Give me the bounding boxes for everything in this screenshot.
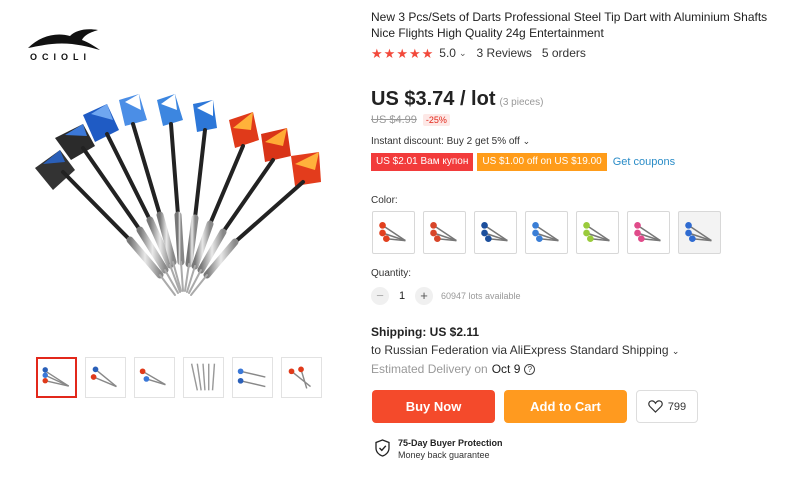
- chevron-down-icon: ⌄: [671, 346, 680, 356]
- ship-to-text: to Russian Federation via AliExpress Sta…: [371, 343, 669, 357]
- product-title: New 3 Pcs/Sets of Darts Professional Ste…: [371, 10, 768, 40]
- shipping-cost: Shipping: US $2.11: [371, 325, 480, 339]
- thumbnail-4[interactable]: [183, 357, 224, 398]
- color-option-pink[interactable]: [627, 211, 670, 254]
- star-icon: ★: [383, 45, 396, 61]
- quantity-label: Quantity:: [371, 268, 412, 279]
- star-icon: ★: [371, 45, 383, 61]
- color-option-image: [430, 222, 457, 243]
- instant-discount-text: Instant discount: Buy 2 get 5% off: [371, 136, 520, 147]
- add-to-cart-button[interactable]: Add to Cart: [504, 390, 627, 423]
- old-price-row: US $4.99 -25%: [371, 114, 450, 126]
- coupon-orange[interactable]: US $1.00 off on US $19.00: [477, 153, 607, 171]
- instant-discount[interactable]: Instant discount: Buy 2 get 5% off ⌄: [371, 136, 530, 147]
- buy-now-button[interactable]: Buy Now: [372, 390, 495, 423]
- old-price: US $4.99: [371, 114, 417, 126]
- brand-logo-mark: [28, 29, 100, 50]
- quantity-decrease-button[interactable]: −: [371, 287, 389, 305]
- wishlist-button[interactable]: 799: [636, 390, 698, 423]
- brand-logo-text: OCIOLI: [30, 52, 91, 62]
- ship-to-method[interactable]: to Russian Federation via AliExpress Sta…: [371, 343, 679, 357]
- chevron-down-icon[interactable]: ⌄: [459, 48, 467, 59]
- star-icon: ★: [408, 45, 421, 61]
- star-icon: ★: [396, 45, 408, 61]
- color-option-image: [379, 222, 406, 243]
- thumbnail-darts-image: [237, 368, 266, 388]
- color-option-blue-2[interactable]: [525, 211, 568, 254]
- color-option-green[interactable]: [576, 211, 619, 254]
- color-option-red-flame-2[interactable]: [423, 211, 466, 254]
- quantity-input[interactable]: 1: [389, 290, 415, 302]
- thumbnail-1[interactable]: [36, 357, 77, 398]
- thumbnail-5[interactable]: [232, 357, 273, 398]
- quantity-stepper: − 1 + 60947 lots available: [371, 287, 521, 305]
- color-option-image: [481, 222, 508, 243]
- color-option-image: [685, 222, 712, 243]
- star-icon: ★: [421, 45, 434, 61]
- thumbnail-darts-image: [139, 368, 166, 386]
- rating-stars: ★ ★ ★ ★ ★: [371, 47, 433, 60]
- coupon-row: US $2.01 Вам купон US $1.00 off on US $1…: [371, 153, 675, 171]
- protection-subtitle: Money back guarantee: [398, 450, 490, 460]
- thumbnail-darts-image: [288, 366, 311, 389]
- wishlist-count: 799: [667, 400, 687, 413]
- rating-row: ★ ★ ★ ★ ★ 5.0 ⌄ 3 Reviews 5 orders: [371, 46, 586, 60]
- shield-check-icon: [375, 439, 390, 457]
- thumbnail-darts-image: [90, 366, 117, 388]
- buyer-protection: 75-Day Buyer Protection Money back guara…: [375, 437, 503, 461]
- coupon-red[interactable]: US $2.01 Вам купон: [371, 153, 474, 171]
- delivery-prefix: Estimated Delivery on: [371, 362, 488, 376]
- color-option-blue-1[interactable]: [474, 211, 517, 254]
- color-option-image: [583, 222, 610, 243]
- color-options: [372, 211, 721, 254]
- color-option-red-flame-1[interactable]: [372, 211, 415, 254]
- get-coupons-link[interactable]: Get coupons: [613, 156, 675, 168]
- price-value: US $3.74 / lot: [371, 88, 496, 110]
- discount-badge: -25%: [422, 114, 450, 126]
- thumbnail-6[interactable]: [281, 357, 322, 398]
- protection-title: 75-Day Buyer Protection: [398, 438, 503, 448]
- lots-available: 60947 lots available: [441, 291, 521, 301]
- thumbnail-strip: [36, 357, 322, 398]
- brand-logo[interactable]: OCIOLI: [26, 28, 102, 62]
- rating-value[interactable]: 5.0: [439, 46, 456, 60]
- price: US $3.74 / lot (3 pieces): [371, 88, 543, 111]
- heart-icon: [648, 400, 663, 413]
- color-label: Color:: [371, 195, 398, 206]
- color-option-blue-3[interactable]: [678, 211, 721, 254]
- thumbnail-darts-image: [42, 367, 70, 387]
- price-unit: (3 pieces): [499, 97, 544, 108]
- help-icon[interactable]: ?: [524, 363, 536, 375]
- chevron-down-icon: ⌄: [522, 136, 531, 146]
- estimated-delivery: Estimated Delivery on Oct 9 ?: [371, 362, 536, 376]
- thumbnail-3[interactable]: [134, 357, 175, 398]
- color-option-image: [634, 222, 661, 243]
- color-option-image: [532, 222, 559, 243]
- reviews-link[interactable]: 3 Reviews: [477, 46, 532, 60]
- product-main-image[interactable]: [15, 90, 350, 310]
- thumbnail-darts-image: [190, 363, 216, 391]
- orders-count: 5 orders: [541, 46, 586, 60]
- delivery-date: Oct 9: [491, 362, 521, 376]
- quantity-increase-button[interactable]: +: [415, 287, 433, 305]
- thumbnail-2[interactable]: [85, 357, 126, 398]
